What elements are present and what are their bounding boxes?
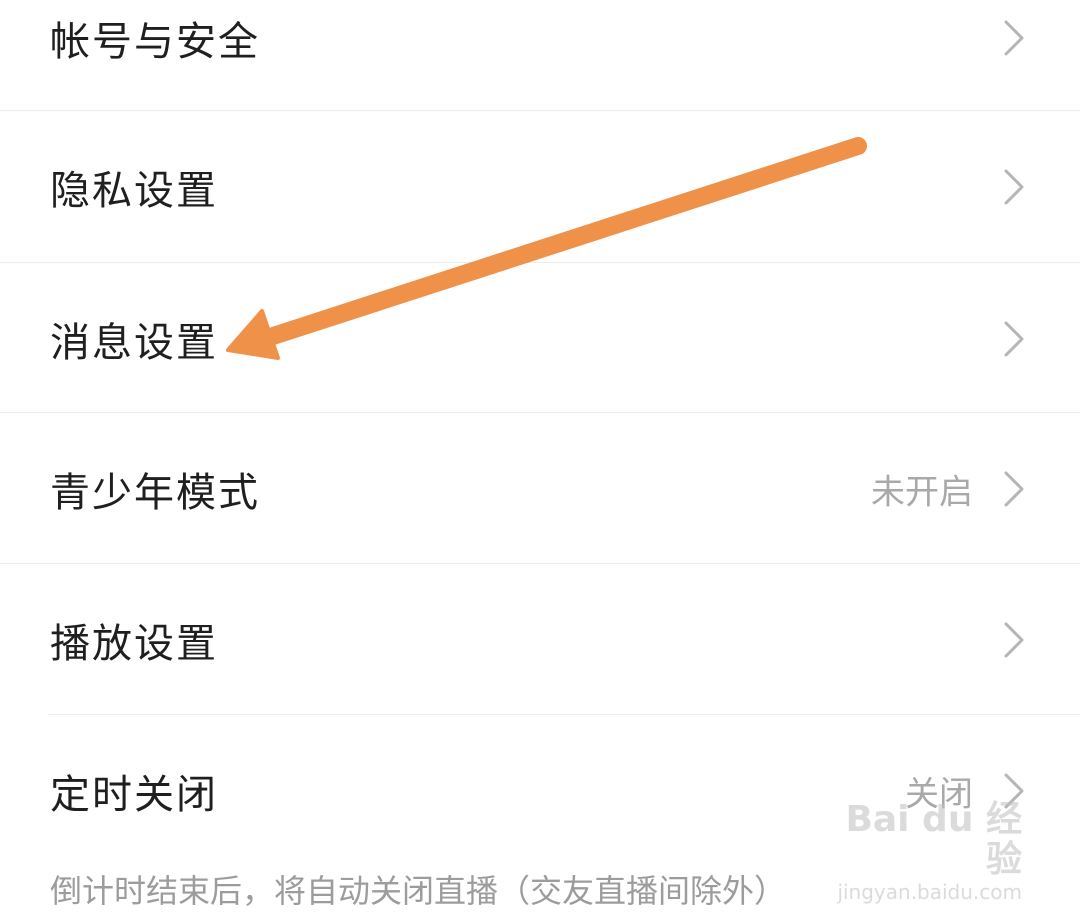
row-divider <box>48 714 1080 715</box>
settings-item-label: 定时关闭 <box>50 772 218 818</box>
chevron-right-icon <box>1004 20 1024 56</box>
chevron-right-icon <box>1004 622 1024 658</box>
settings-item-value: 未开启 <box>871 472 973 513</box>
chevron-right-icon <box>1004 321 1024 357</box>
row-divider <box>0 563 1080 564</box>
settings-item-label: 消息设置 <box>50 320 218 366</box>
watermark-brand: Bai du 经验 <box>845 799 1022 880</box>
chevron-right-icon <box>1004 471 1024 507</box>
settings-item-privacy[interactable]: 隐私设置 <box>0 112 1080 262</box>
settings-item-teen-mode[interactable]: 青少年模式 未开启 <box>0 414 1080 564</box>
row-divider <box>0 262 1080 263</box>
settings-item-label: 隐私设置 <box>50 168 218 214</box>
row-divider <box>0 412 1080 413</box>
settings-item-label: 帐号与安全 <box>50 19 260 65</box>
sleep-timer-hint: 倒计时结束后，将自动关闭直播（交友直播间除外） <box>50 872 787 910</box>
watermark-url: jingyan.baidu.com <box>837 880 1022 904</box>
baidu-jingyan-watermark: Bai du 经验 jingyan.baidu.com <box>822 800 1022 905</box>
row-divider <box>0 110 1080 111</box>
settings-item-playback[interactable]: 播放设置 <box>0 565 1080 715</box>
settings-list: 帐号与安全 隐私设置 消息设置 青少年模式 未开启 播放设置 定时关闭 关闭 倒… <box>0 0 1080 910</box>
settings-item-messages[interactable]: 消息设置 <box>0 264 1080 414</box>
chevron-right-icon <box>1004 169 1024 205</box>
settings-item-account-security[interactable]: 帐号与安全 <box>0 0 1080 113</box>
settings-item-label: 青少年模式 <box>50 470 260 516</box>
settings-item-label: 播放设置 <box>50 621 218 667</box>
